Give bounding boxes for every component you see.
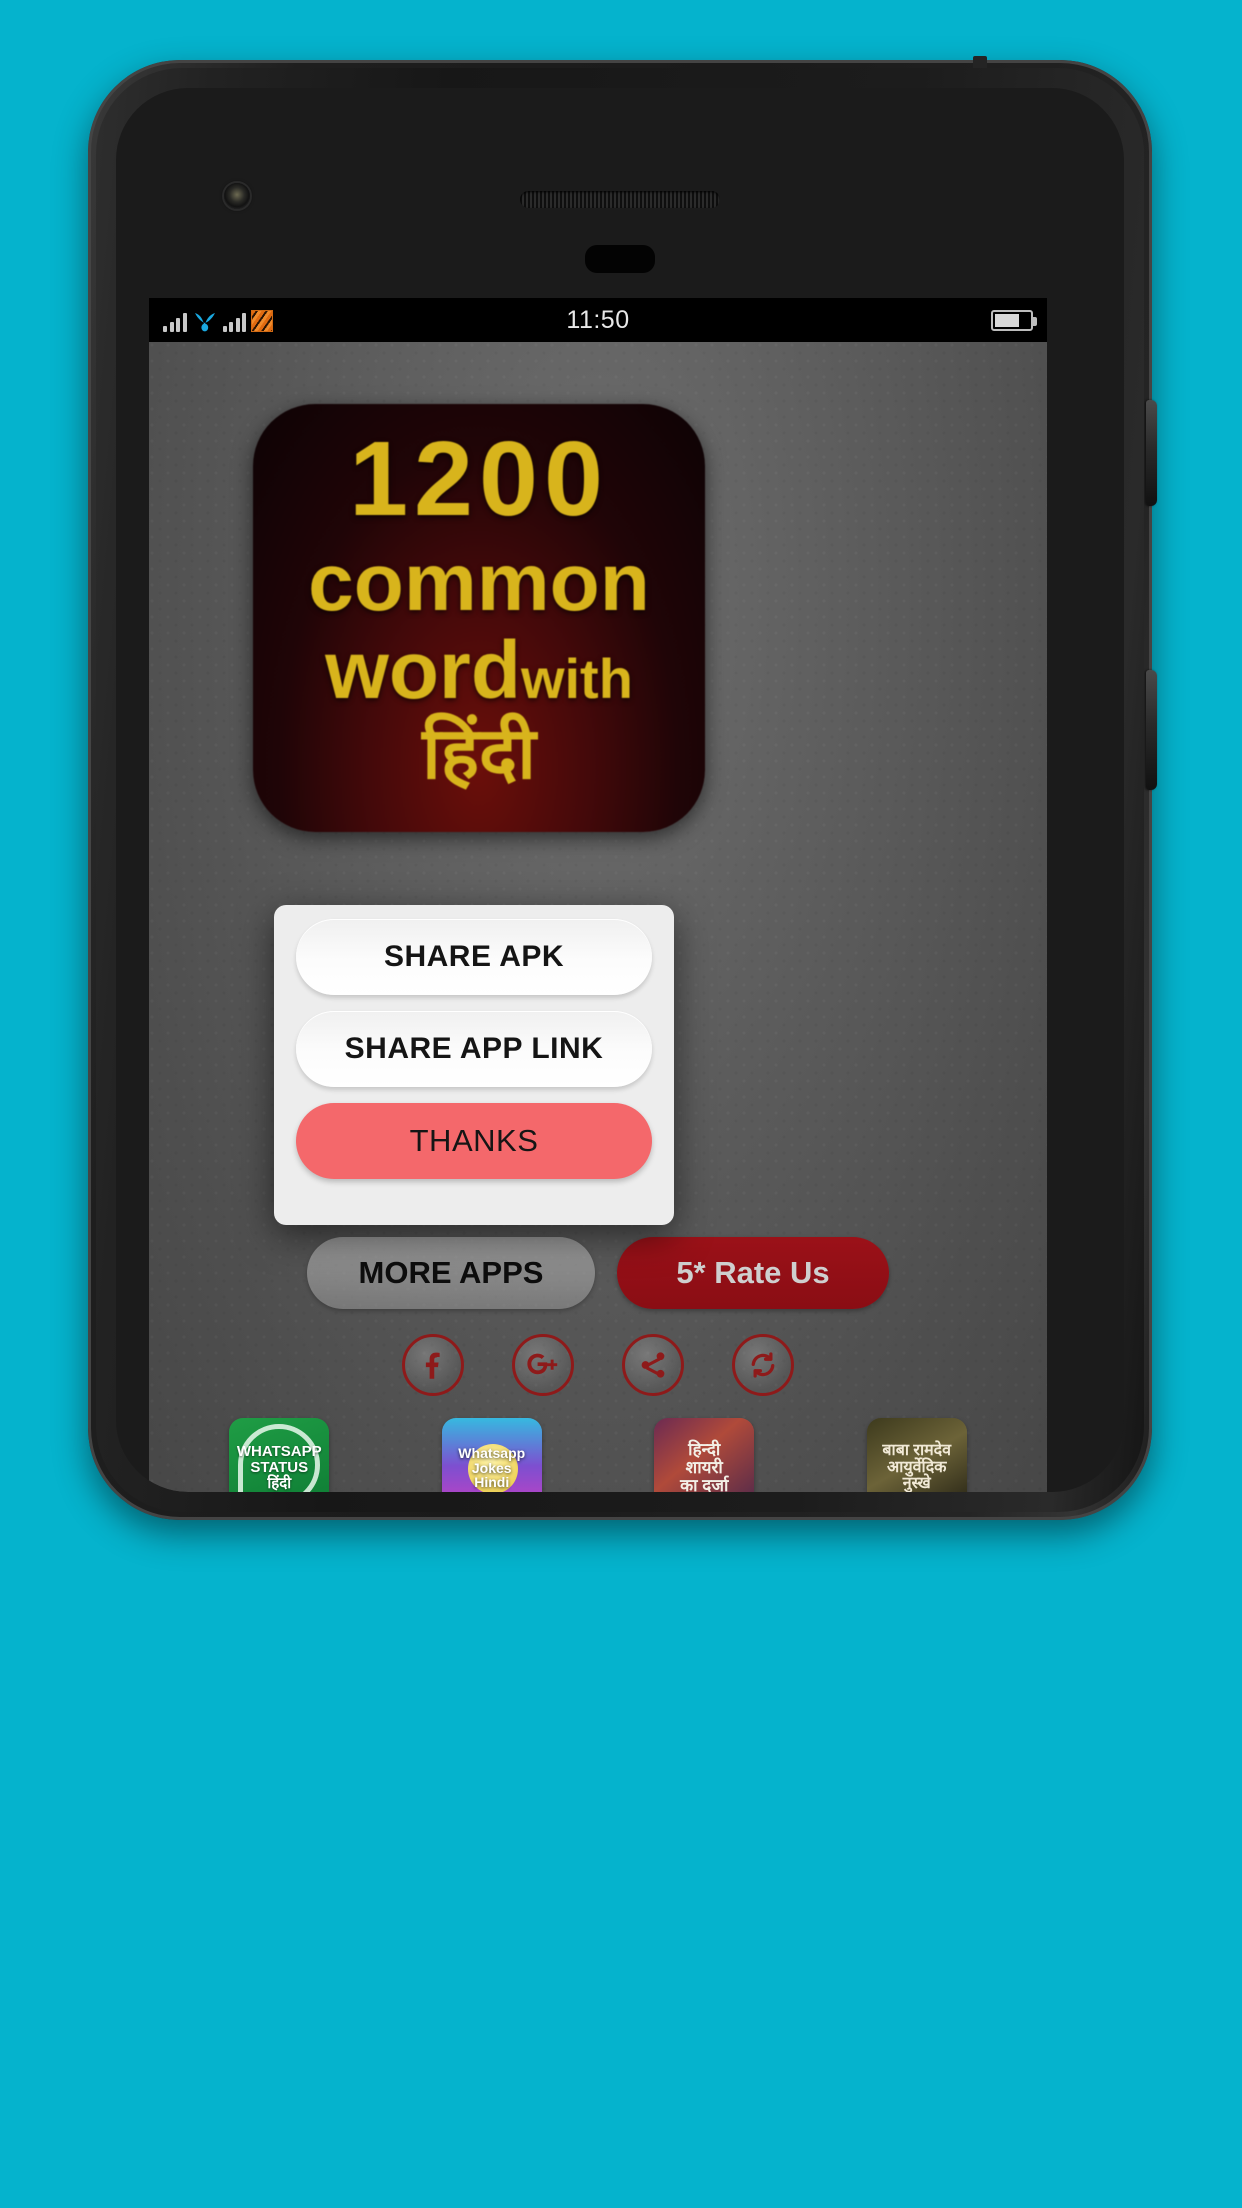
volume-up-button[interactable] — [1146, 400, 1157, 506]
app-icon-baba-ramdev: बाबा रामदेव आयुर्वेदिक नुस्खे — [866, 1418, 967, 1492]
signal-bars-secondary-icon — [222, 312, 246, 332]
promo-app-item[interactable]: WHATSAPP STATUS हिंदी whatsapp status ★★… — [189, 1418, 369, 1492]
signal-bars-icon — [163, 312, 187, 332]
banner-line-3: wordwith — [253, 628, 705, 714]
rate-us-button[interactable]: 5* Rate Us — [617, 1237, 889, 1309]
status-bar-clock: 11:50 — [566, 305, 630, 334]
proximity-sensor-icon — [585, 245, 655, 273]
app-content: 1200 common wordwith हिंदी SHARE APK SHA… — [149, 342, 1047, 1492]
icon-text-3: नुस्खे — [902, 1475, 931, 1492]
icon-text-3: Hindi — [474, 1474, 510, 1491]
app-icon-whatsapp-status: WHATSAPP STATUS हिंदी — [229, 1418, 330, 1492]
facebook-icon[interactable] — [402, 1334, 464, 1396]
social-icon-row — [149, 1334, 1047, 1396]
telenor-logo-icon — [192, 310, 218, 332]
phone-device-frame: 11:50 1200 common wordwith हिंदी SHARE A… — [88, 56, 1157, 1520]
icon-text-3: का दर्जा — [680, 1475, 729, 1492]
app-icon-hindi-shayari: हिन्दी शायरी का दर्जा — [654, 1418, 755, 1492]
phone-screen: 11:50 1200 common wordwith हिंदी SHARE A… — [149, 298, 1047, 1492]
icon-text-2: शायरी — [685, 1458, 723, 1478]
banner-line-1: 1200 — [349, 420, 609, 538]
share-apk-button[interactable]: SHARE APK — [296, 919, 652, 995]
icon-text-1: Whatsapp — [458, 1444, 526, 1461]
promo-app-grid: WHATSAPP STATUS हिंदी whatsapp status ★★… — [149, 1418, 1047, 1492]
app-icon-whatsapp-jokes: Whatsapp Jokes Hindi — [441, 1418, 542, 1492]
icon-text-2: STATUS — [250, 1459, 309, 1477]
volume-down-button[interactable] — [1146, 670, 1157, 790]
google-plus-icon[interactable] — [512, 1334, 574, 1396]
status-bar: 11:50 — [149, 298, 1047, 342]
icon-text-1: हिन्दी — [688, 1440, 721, 1460]
status-bar-right-icons — [991, 309, 1037, 331]
icon-text-3: हिंदी — [267, 1474, 292, 1492]
thanks-button[interactable]: THANKS — [296, 1103, 652, 1179]
icon-text-2: आयुर्वेदिक — [887, 1458, 947, 1476]
front-camera-icon — [224, 183, 250, 209]
earpiece-speaker-icon — [520, 191, 720, 208]
phone-bezel: 11:50 1200 common wordwith हिंदी SHARE A… — [96, 68, 1144, 1512]
action-button-row: MORE APPS 5* Rate Us — [149, 1237, 1047, 1309]
refresh-icon[interactable] — [732, 1334, 794, 1396]
promo-app-item[interactable]: हिन्दी शायरी का दर्जा Hindi Shayari Stat… — [614, 1418, 794, 1492]
more-apps-button[interactable]: MORE APPS — [307, 1237, 595, 1309]
promo-app-item[interactable]: बाबा रामदेव आयुर्वेदिक नुस्खे baba ramde… — [827, 1418, 1007, 1492]
banner-line-3-suffix: with — [520, 647, 633, 711]
banner-line-3-main: word — [325, 625, 521, 717]
app-banner-image: 1200 common wordwith हिंदी — [253, 404, 705, 832]
phone-front-face: 11:50 1200 common wordwith हिंदी SHARE A… — [116, 88, 1124, 1492]
promo-app-item[interactable]: Whatsapp Jokes Hindi Whatsapp Jokes In H… — [402, 1418, 582, 1492]
battery-icon — [991, 309, 1037, 331]
icon-text-1: WHATSAPP — [236, 1443, 322, 1461]
share-app-link-button[interactable]: SHARE APP LINK — [296, 1011, 652, 1087]
share-icon[interactable] — [622, 1334, 684, 1396]
orange-striped-chip-icon — [251, 310, 273, 332]
share-dialog: SHARE APK SHARE APP LINK THANKS — [274, 905, 674, 1225]
icon-text-1: बाबा रामदेव — [882, 1441, 952, 1459]
banner-line-2: common — [308, 537, 650, 628]
status-bar-left-icons — [163, 308, 273, 332]
banner-line-4: हिंदी — [422, 714, 536, 795]
